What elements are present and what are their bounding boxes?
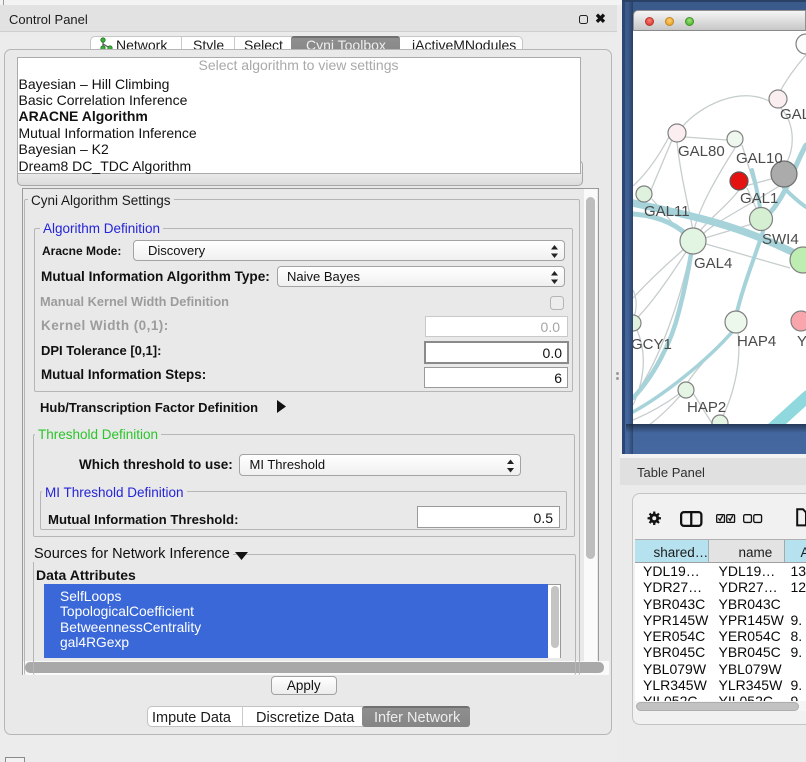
svg-text:HAP2: HAP2	[687, 399, 726, 416]
svg-text:GAL1: GAL1	[740, 190, 778, 207]
svg-text:SWI4: SWI4	[762, 231, 799, 248]
svg-text:GAL10: GAL10	[736, 150, 783, 167]
svg-text:GCY1: GCY1	[633, 336, 672, 353]
svg-text:HAP4: HAP4	[737, 333, 776, 350]
svg-text:GAL4: GAL4	[694, 255, 732, 272]
svg-text:Y: Y	[797, 333, 806, 350]
svg-text:GAL11: GAL11	[644, 203, 690, 220]
svg-text:GAL7: GAL7	[780, 106, 806, 123]
svg-text:GAL80: GAL80	[678, 143, 725, 160]
